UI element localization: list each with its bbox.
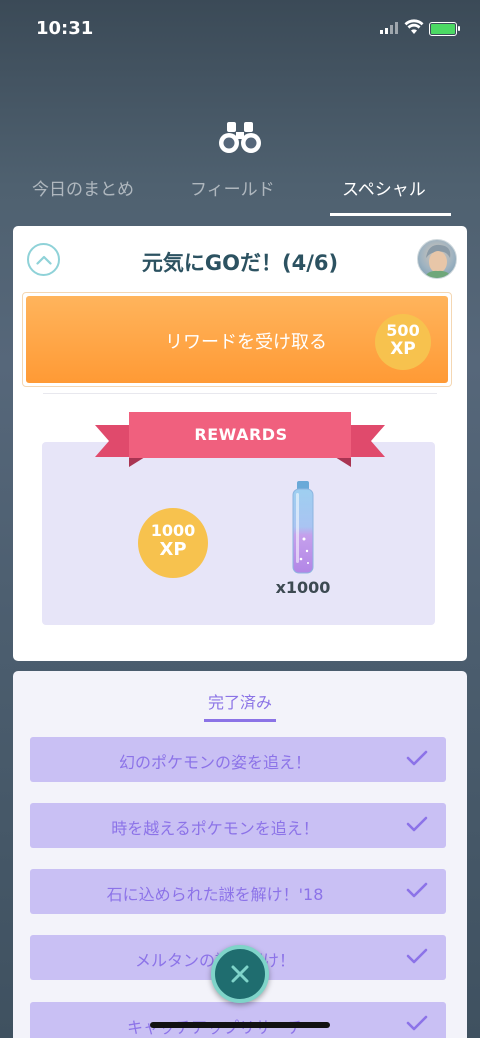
claim-xp-unit: XP bbox=[390, 339, 416, 359]
research-tabs: 今日のまとめ フィールド スペシャル bbox=[0, 170, 480, 220]
claim-reward-button[interactable]: リワードを受け取る 500 XP bbox=[26, 296, 448, 383]
tab-today[interactable]: 今日のまとめ bbox=[32, 175, 134, 200]
binoculars-icon bbox=[219, 122, 261, 153]
check-icon bbox=[406, 882, 428, 898]
check-icon bbox=[406, 750, 428, 766]
close-button[interactable] bbox=[211, 945, 269, 1003]
reward-xp-unit: XP bbox=[159, 539, 187, 560]
status-bar: 10:31 bbox=[0, 0, 480, 58]
rewards-panel bbox=[42, 442, 435, 625]
reward-xp-badge: 1000 XP bbox=[138, 508, 208, 578]
quest-label: 幻のポケモンの姿を追え！ bbox=[118, 753, 311, 772]
tab-completed[interactable]: 完了済み bbox=[13, 689, 467, 713]
quest-label: 時を越えるポケモンを追え！ bbox=[111, 819, 319, 838]
quest-row[interactable]: 幻のポケモンの姿を追え！ bbox=[30, 737, 446, 782]
status-time: 10:31 bbox=[36, 18, 94, 39]
battery-icon bbox=[429, 22, 460, 36]
claim-reward-label: リワードを受け取る bbox=[165, 332, 327, 353]
tab-field[interactable]: フィールド bbox=[190, 175, 275, 200]
divider bbox=[43, 393, 437, 394]
wifi-icon bbox=[404, 19, 424, 34]
quest-label: 石に込められた謎を解け！'18 bbox=[106, 885, 324, 904]
quest-row[interactable]: 石に込められた謎を解け！'18 bbox=[30, 869, 446, 914]
active-tab-indicator bbox=[330, 213, 451, 216]
reward-item-quantity: x1000 bbox=[275, 578, 331, 597]
claim-xp-badge: 500 XP bbox=[375, 314, 431, 370]
home-indicator bbox=[150, 1022, 330, 1028]
check-icon bbox=[406, 816, 428, 832]
cellular-signal-icon bbox=[380, 22, 398, 34]
stardust-vial-icon bbox=[292, 481, 314, 574]
tab-special[interactable]: スペシャル bbox=[342, 175, 426, 200]
quest-row[interactable]: キャッチアップリサーチ bbox=[30, 1002, 446, 1038]
reward-xp-amount: 1000 bbox=[150, 521, 196, 540]
claim-xp-amount: 500 bbox=[386, 321, 420, 340]
special-research-card: 元気にGOだ！(4/6) リワードを受け取る 500 XP REWARDS 10… bbox=[13, 226, 467, 661]
check-icon bbox=[406, 1015, 428, 1031]
check-icon bbox=[406, 948, 428, 964]
claim-reward-frame: リワードを受け取る 500 XP bbox=[22, 292, 452, 387]
research-title: 元気にGOだ！(4/6) bbox=[141, 251, 339, 275]
close-icon bbox=[231, 965, 249, 983]
quest-row[interactable]: 時を越えるポケモンを追え！ bbox=[30, 803, 446, 848]
completed-tab-indicator bbox=[204, 719, 276, 722]
professor-avatar bbox=[417, 239, 457, 279]
rewards-banner: REWARDS bbox=[194, 425, 288, 444]
